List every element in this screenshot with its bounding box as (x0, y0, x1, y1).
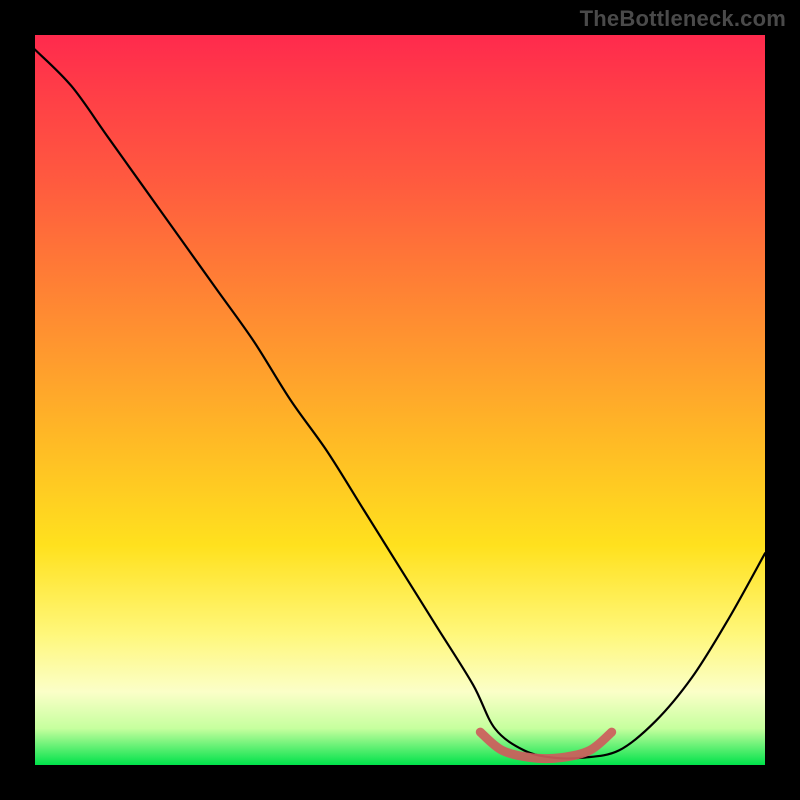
plot-area (35, 35, 765, 765)
highlight-segment (480, 732, 611, 759)
bottleneck-curve (35, 50, 765, 759)
watermark-text: TheBottleneck.com (580, 6, 786, 32)
chart-container: TheBottleneck.com (0, 0, 800, 800)
curve-svg (35, 35, 765, 765)
